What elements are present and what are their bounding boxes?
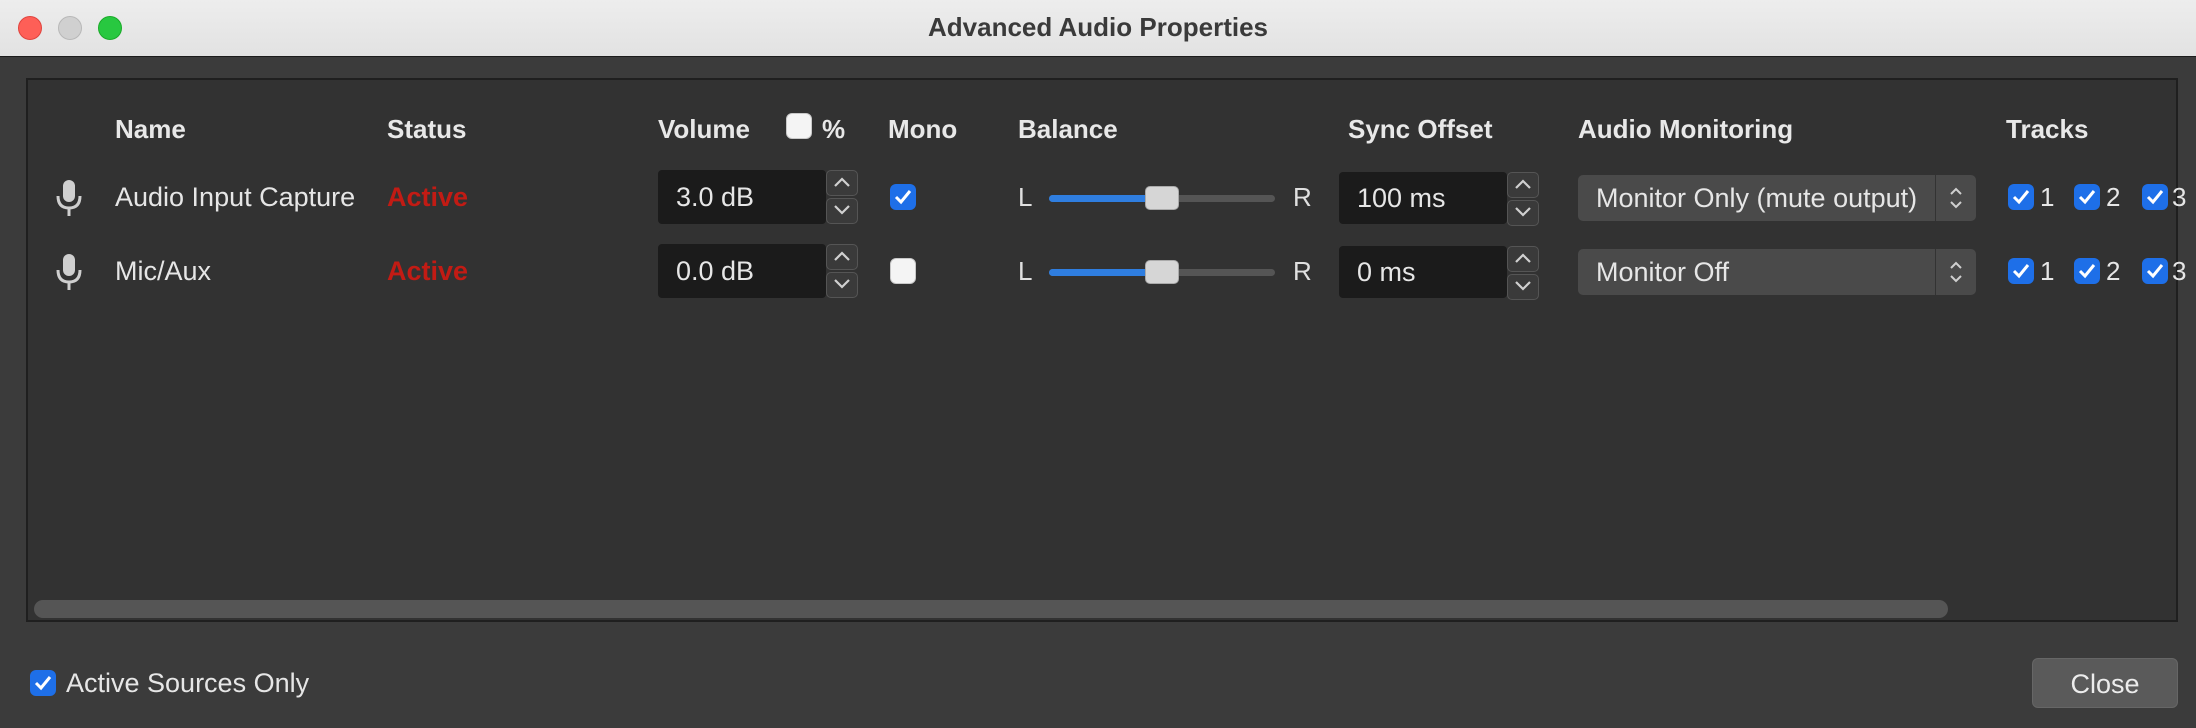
volume-spinbox[interactable]: 3.0 dB bbox=[658, 170, 826, 224]
sync-offset-spinbox[interactable]: 100 ms bbox=[1339, 172, 1507, 224]
microphone-icon bbox=[56, 180, 82, 216]
volume-decrement-button[interactable] bbox=[826, 272, 858, 298]
column-header-mono: Mono bbox=[888, 114, 958, 144]
audio-monitoring-select[interactable]: Monitor Off bbox=[1578, 249, 1976, 295]
track-2-checkbox[interactable] bbox=[2074, 184, 2100, 210]
checkmark-icon bbox=[2146, 190, 2164, 205]
source-name: Mic/Aux bbox=[115, 256, 212, 286]
balance-right-label: R bbox=[1293, 256, 1312, 286]
microphone-icon bbox=[56, 254, 82, 290]
balance-slider-handle[interactable] bbox=[1145, 186, 1179, 210]
track-3-label: 3 bbox=[2172, 256, 2187, 286]
column-header-sync-offset: Sync Offset bbox=[1348, 114, 1493, 144]
active-sources-only-checkbox[interactable] bbox=[30, 670, 56, 696]
volume-percent-checkbox[interactable] bbox=[786, 113, 812, 139]
column-header-status: Status bbox=[387, 114, 467, 144]
column-header-volume: Volume bbox=[658, 114, 750, 144]
sync-offset-stepper[interactable] bbox=[1507, 172, 1539, 226]
audio-monitoring-value: Monitor Only (mute output) bbox=[1596, 183, 1918, 213]
chevron-up-icon bbox=[834, 251, 850, 261]
balance-slider-handle[interactable] bbox=[1145, 260, 1179, 284]
up-down-chevron-icon bbox=[1950, 187, 1962, 209]
audio-monitoring-select[interactable]: Monitor Only (mute output) bbox=[1578, 175, 1976, 221]
track-2-label: 2 bbox=[2106, 182, 2121, 212]
chevron-down-icon bbox=[1515, 281, 1531, 291]
source-name: Audio Input Capture bbox=[115, 182, 356, 212]
balance-slider[interactable] bbox=[1049, 186, 1275, 210]
close-button[interactable]: Close bbox=[2032, 658, 2178, 708]
track-1-label: 1 bbox=[2040, 256, 2055, 286]
volume-decrement-button[interactable] bbox=[826, 198, 858, 224]
active-sources-only-label: Active Sources Only bbox=[66, 668, 310, 698]
chevron-up-icon bbox=[834, 177, 850, 187]
track-3-label: 3 bbox=[2172, 182, 2187, 212]
up-down-chevron-icon bbox=[1950, 261, 1962, 283]
mono-checkbox[interactable] bbox=[890, 258, 916, 284]
volume-percent-label: % bbox=[822, 114, 846, 144]
track-1-label: 1 bbox=[2040, 182, 2055, 212]
checkmark-icon bbox=[2146, 264, 2164, 279]
chevron-down-icon bbox=[1515, 207, 1531, 217]
checkmark-icon bbox=[2012, 190, 2030, 205]
window-title: Advanced Audio Properties bbox=[928, 12, 1268, 42]
column-header-audio-monitoring: Audio Monitoring bbox=[1578, 114, 1794, 144]
sync-offset-increment-button[interactable] bbox=[1507, 172, 1539, 198]
volume-stepper[interactable] bbox=[826, 170, 858, 224]
sync-offset-spinbox[interactable]: 0 ms bbox=[1339, 246, 1507, 298]
mono-checkbox[interactable] bbox=[890, 184, 916, 210]
checkmark-icon bbox=[2078, 264, 2096, 279]
track-3-checkbox[interactable] bbox=[2142, 184, 2168, 210]
checkmark-icon bbox=[34, 676, 52, 691]
track-3-checkbox[interactable] bbox=[2142, 258, 2168, 284]
track-1-checkbox[interactable] bbox=[2008, 258, 2034, 284]
balance-slider[interactable] bbox=[1049, 260, 1275, 284]
select-arrows bbox=[1935, 249, 1976, 295]
balance-right-label: R bbox=[1293, 182, 1312, 212]
chevron-down-icon bbox=[834, 205, 850, 215]
volume-increment-button[interactable] bbox=[826, 244, 858, 270]
sync-offset-decrement-button[interactable] bbox=[1507, 200, 1539, 226]
sync-offset-stepper[interactable] bbox=[1507, 246, 1539, 300]
checkmark-icon bbox=[894, 190, 912, 205]
column-header-tracks: Tracks bbox=[2006, 114, 2089, 144]
chevron-up-icon bbox=[1515, 179, 1531, 189]
select-arrows bbox=[1935, 175, 1976, 221]
volume-spinbox[interactable]: 0.0 dB bbox=[658, 244, 826, 298]
balance-left-label: L bbox=[1018, 182, 1033, 212]
track-2-checkbox[interactable] bbox=[2074, 258, 2100, 284]
audio-monitoring-value: Monitor Off bbox=[1596, 257, 1730, 287]
sync-offset-increment-button[interactable] bbox=[1507, 246, 1539, 272]
horizontal-scrollbar[interactable] bbox=[34, 600, 1948, 618]
status-badge: Active bbox=[387, 256, 469, 286]
column-header-balance: Balance bbox=[1018, 114, 1118, 144]
volume-stepper[interactable] bbox=[826, 244, 858, 298]
track-1-checkbox[interactable] bbox=[2008, 184, 2034, 210]
checkmark-icon bbox=[2078, 190, 2096, 205]
title-bar: Advanced Audio Properties bbox=[0, 0, 2196, 57]
chevron-up-icon bbox=[1515, 253, 1531, 263]
sources-table: Name Status Volume % Mono Balance Sync O… bbox=[26, 78, 2186, 622]
sync-offset-decrement-button[interactable] bbox=[1507, 274, 1539, 300]
status-badge: Active bbox=[387, 182, 469, 212]
checkmark-icon bbox=[2012, 264, 2030, 279]
chevron-down-icon bbox=[834, 279, 850, 289]
advanced-audio-properties-window: Advanced Audio Properties Name Status Vo… bbox=[0, 0, 2196, 728]
balance-left-label: L bbox=[1018, 256, 1033, 286]
column-header-name: Name bbox=[115, 114, 186, 144]
track-2-label: 2 bbox=[2106, 256, 2121, 286]
volume-increment-button[interactable] bbox=[826, 170, 858, 196]
